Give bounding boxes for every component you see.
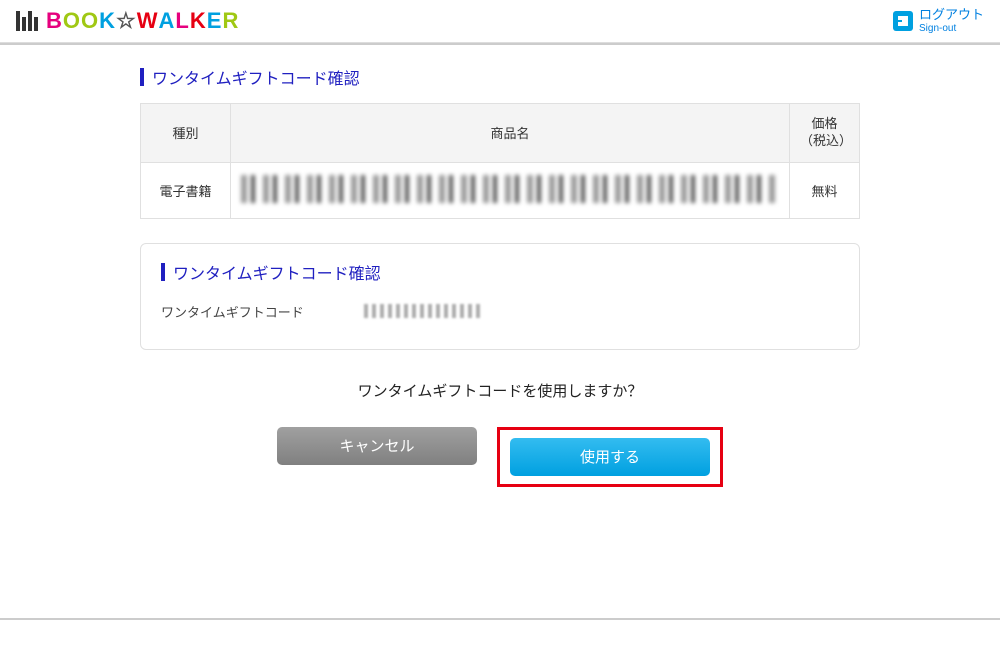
header: BOOK☆WALKER ログアウト Sign-out [0,0,1000,43]
page-title: ワンタイムギフトコード確認 [140,65,860,89]
cell-product [231,162,790,218]
th-product: 商品名 [231,104,790,163]
use-button[interactable]: 使用する [510,438,710,476]
signout-button[interactable]: ログアウト Sign-out [893,8,984,33]
panel-title-text: ワンタイムギフトコード確認 [173,260,381,284]
giftcode-label: ワンタイムギフトコード [161,302,304,321]
divider [0,43,1000,45]
table-row: 電子書籍 無料 [141,162,860,218]
cell-price: 無料 [790,162,860,218]
logo-bars-icon [16,11,38,31]
panel-title: ワンタイムギフトコード確認 [161,260,839,284]
save-disk-icon [893,11,913,31]
button-row: キャンセル 使用する [140,427,860,487]
logo[interactable]: BOOK☆WALKER [16,8,239,34]
giftcode-panel: ワンタイムギフトコード確認 ワンタイムギフトコード [140,243,860,350]
logo-text: BOOK☆WALKER [46,8,239,34]
giftcode-row: ワンタイムギフトコード [161,302,839,321]
redacted-product-name [241,175,779,203]
highlight-box: 使用する [497,427,723,487]
cell-type: 電子書籍 [141,162,231,218]
page-title-text: ワンタイムギフトコード確認 [152,65,360,89]
footer-divider [0,618,1000,620]
main: ワンタイムギフトコード確認 種別 商品名 価格 （税込） 電子書籍 無料 ワンタ… [140,65,860,487]
th-type: 種別 [141,104,231,163]
signout-text: ログアウト Sign-out [919,8,984,33]
signout-sub: Sign-out [919,23,984,34]
signout-label: ログアウト [919,8,984,22]
table-header-row: 種別 商品名 価格 （税込） [141,104,860,163]
confirm-text: ワンタイムギフトコードを使用しますか？ [140,380,860,401]
product-table: 種別 商品名 価格 （税込） 電子書籍 無料 [140,103,860,219]
th-price: 価格 （税込） [790,104,860,163]
redacted-giftcode-value [364,304,484,318]
cancel-button[interactable]: キャンセル [277,427,477,465]
